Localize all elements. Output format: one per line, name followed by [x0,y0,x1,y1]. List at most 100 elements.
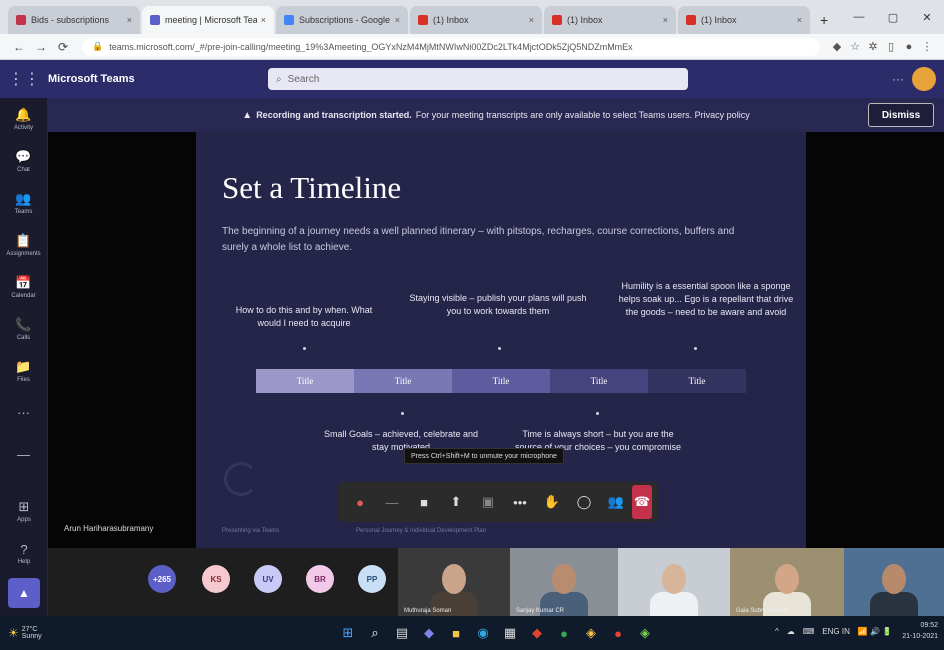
profile-icon[interactable]: ● [900,41,918,53]
participant-video-tile[interactable] [618,548,730,616]
close-icon[interactable]: ✕ [910,11,944,34]
tray-item[interactable]: 📶 🔊 🔋 [858,627,892,636]
overflow-participants-badge[interactable]: +265 [148,565,176,593]
tab-close-icon[interactable]: × [663,15,668,25]
teams-icon[interactable]: ◆ [417,621,441,645]
tray-item[interactable]: ^ [775,627,779,636]
menu-icon[interactable]: ⋮ [918,40,936,53]
chrome-alt-icon[interactable]: ● [606,621,630,645]
search-icon[interactable]: ⌕ [363,621,387,645]
back-arrow-icon[interactable]: ← [8,40,30,54]
tab-close-icon[interactable]: × [261,15,266,25]
clock[interactable]: 09:52 21-10-2021 [902,620,938,642]
participant-video-tile[interactable]: Muthuraja Soman [398,548,510,616]
minimize-icon[interactable]: — [842,11,876,34]
edge-icon[interactable]: ◉ [471,621,495,645]
url-field[interactable]: 🔒 teams.microsoft.com/_#/pre-join-callin… [82,37,820,56]
extension-icon[interactable]: ◆ [828,40,846,53]
chat-icon[interactable]: ◯ [568,486,600,518]
rail-item-more[interactable]: ··· [0,392,47,434]
participant-avatar[interactable]: BR [306,565,334,593]
mic-icon[interactable]: ● [344,486,376,518]
people-icon[interactable]: 👥 [600,486,632,518]
star-icon[interactable]: ☆ [846,40,864,53]
rail-action-button[interactable]: ▲ [8,578,40,608]
rail-item-chat[interactable]: 💬 Chat [0,140,47,182]
meeting-stage: Set a Timeline The beginning of a journe… [48,132,944,548]
divider-icon[interactable]: — [376,486,408,518]
file-explorer-icon[interactable]: ■ [444,621,468,645]
extensions-icon[interactable]: ✲ [864,40,882,53]
tab-close-icon[interactable]: × [127,15,132,25]
new-tab-button[interactable]: + [812,12,836,34]
user-avatar[interactable] [912,67,936,91]
forward-arrow-icon[interactable]: → [30,40,52,54]
rail-label: Help [17,558,31,565]
screen-icon[interactable]: ▣ [472,486,504,518]
tab-close-icon[interactable]: × [797,15,802,25]
camera-icon[interactable]: ■ [408,486,440,518]
browser-tab[interactable]: (1) Inbox × [410,6,542,34]
office-icon[interactable]: ◆ [525,621,549,645]
more-options-icon[interactable]: ··· [892,72,912,86]
rail-label: Assignments [6,251,41,257]
rail-item-teams[interactable]: 👥 Teams [0,182,47,224]
rail-item-help[interactable]: ? Help [0,532,48,574]
rail-item-more[interactable]: — [0,434,47,476]
slide-intro: The beginning of a journey needs a well … [222,226,735,253]
rail-label: Activity [13,125,33,131]
rail-label: Chat [17,167,30,173]
timeline-segment: Title [648,369,746,393]
participant-video-tile[interactable]: Gaia Subramaniam [730,548,844,616]
tab-favicon-icon [284,15,294,25]
rail-item-calendar[interactable]: 📅 Calendar [0,266,47,308]
rail-icon: 📁 [15,359,32,374]
rail-item-activity[interactable]: 🔔 Activity [0,98,47,140]
participant-avatar[interactable]: KS [202,565,230,593]
participant-video-tile[interactable] [844,548,944,616]
tray-item[interactable]: ENG IN [822,627,850,636]
start-icon[interactable]: ⊞ [336,621,360,645]
tab-favicon-icon [686,15,696,25]
share-icon[interactable]: ⬆ [440,486,472,518]
rail-icon: 📅 [15,275,32,290]
search-input[interactable]: ⌕ Search [268,68,688,90]
rail-item-assignments[interactable]: 📋 Assignments [0,224,47,266]
tray-item[interactable]: ☁ [787,627,795,636]
app-launcher-icon[interactable]: ⋮⋮ [0,69,48,89]
participant-avatar[interactable]: UV [254,565,282,593]
maximize-icon[interactable]: ▢ [876,11,910,34]
browser-tab[interactable]: Subscriptions - Google × [276,6,408,34]
participant-avatar[interactable]: PP [358,565,386,593]
tray-item[interactable]: ⌨ [803,627,815,636]
participant-head [882,564,906,594]
more-icon[interactable]: ••• [504,486,536,518]
dismiss-button[interactable]: Dismiss [868,103,934,127]
participant-head [662,564,686,594]
app-alt-icon[interactable]: ◈ [633,621,657,645]
app-icon[interactable]: ◈ [579,621,603,645]
raise-hand-icon[interactable]: ✋ [536,486,568,518]
rail-item-apps[interactable]: ⊞ Apps [0,490,48,532]
browser-tab[interactable]: (1) Inbox × [678,6,810,34]
task-view-icon[interactable]: ▤ [390,621,414,645]
weather-widget[interactable]: ☀ 27°C Sunny [0,626,60,640]
store-icon[interactable]: ▦ [498,621,522,645]
chrome-icon[interactable]: ● [552,621,576,645]
browser-tab[interactable]: meeting | Microsoft Teams × [142,6,274,34]
unmute-tooltip: Press Ctrl+Shift+M to unmute your microp… [404,448,564,464]
recording-banner: ▲ Recording and transcription started. F… [48,98,944,132]
tab-close-icon[interactable]: × [395,15,400,25]
timeline-marker [303,347,306,350]
browser-tab[interactable]: (1) Inbox × [544,6,676,34]
reload-icon[interactable]: ⟳ [52,40,74,54]
system-tray: ^ ☁ ⌨ ENG IN 📶 🔊 🔋 09:52 21-10-2021 [767,620,938,642]
sidebar-icon[interactable]: ▯ [882,40,900,53]
rail-item-calls[interactable]: 📞 Calls [0,308,47,350]
browser-tab[interactable]: Bids - subscriptions × [8,6,140,34]
participant-video-tile[interactable]: Sanjay Kumar CR [510,548,618,616]
rail-item-files[interactable]: 📁 Files [0,350,47,392]
tab-favicon-icon [418,15,428,25]
leave-call-button[interactable]: ☎ [632,485,652,519]
tab-close-icon[interactable]: × [529,15,534,25]
